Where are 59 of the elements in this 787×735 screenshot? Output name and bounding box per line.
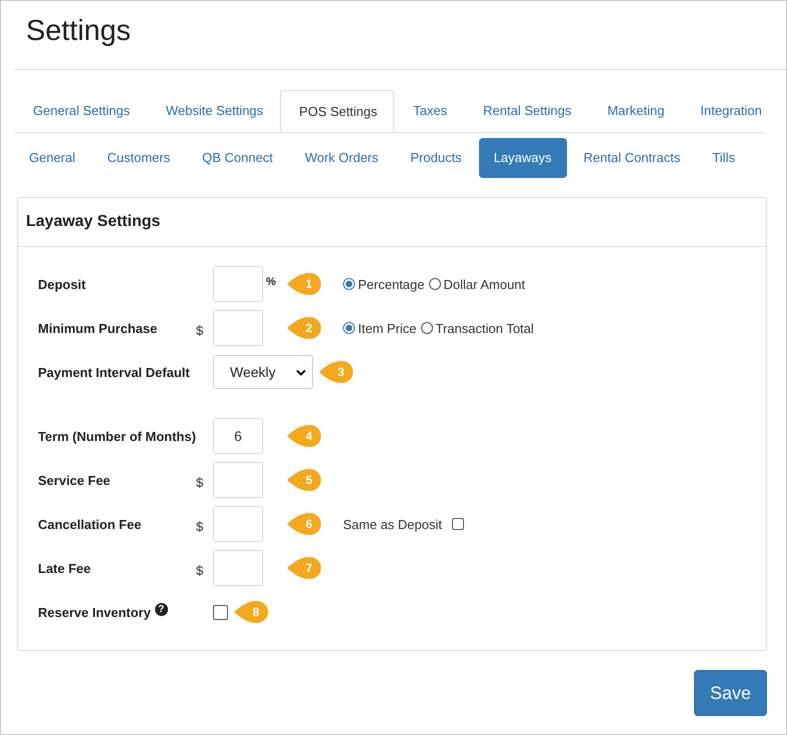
- page-title: Settings: [26, 14, 131, 48]
- radio-label: Transaction Total: [436, 320, 534, 336]
- panel-title: Layaway Settings: [26, 213, 160, 231]
- help-icon[interactable]: ?: [154, 602, 168, 616]
- callout-marker: 8: [234, 600, 270, 624]
- checkbox-label: Same as Deposit: [343, 516, 442, 532]
- radio-label: Dollar Amount: [444, 276, 526, 292]
- callout-marker: 1: [287, 272, 323, 296]
- sub-tab[interactable]: Work Orders: [290, 138, 394, 178]
- input-field[interactable]: [213, 462, 263, 498]
- currency-sign: $: [196, 323, 204, 338]
- field-label: Term (Number of Months): [38, 428, 196, 444]
- field-label: Late Fee: [38, 560, 91, 576]
- chevron-icon: [296, 368, 306, 376]
- sub-tab[interactable]: Products: [395, 138, 477, 178]
- sub-tab[interactable]: General: [14, 138, 90, 178]
- percent-sign: %: [266, 276, 276, 288]
- tab[interactable]: General Settings: [14, 90, 147, 132]
- input-field[interactable]: [213, 506, 263, 542]
- sub-tab[interactable]: Layaways: [478, 138, 566, 178]
- sub-tab[interactable]: Rental Contracts: [568, 138, 696, 178]
- tab[interactable]: Rental Settings: [464, 90, 588, 132]
- tab[interactable]: Marketing: [588, 90, 682, 132]
- sub-tab[interactable]: Tills: [697, 138, 750, 178]
- field-label: Deposit: [38, 276, 86, 292]
- field-label: Reserve Inventory: [38, 604, 151, 620]
- callout-marker: 2: [287, 316, 323, 340]
- input-field[interactable]: [213, 550, 263, 586]
- callout-marker: 4: [287, 424, 323, 448]
- currency-sign: $: [196, 475, 204, 490]
- save-button[interactable]: Save: [694, 670, 767, 716]
- sub-tab[interactable]: Customers: [92, 138, 186, 178]
- callout-marker: 7: [287, 556, 323, 580]
- tab[interactable]: Website Settings: [146, 90, 280, 132]
- interval-select[interactable]: Weekly: [213, 355, 313, 389]
- radio-label: Item Price: [358, 320, 417, 336]
- radio-label: Percentage: [358, 276, 424, 292]
- radio-button[interactable]: [343, 278, 355, 290]
- field-label: Payment Interval Default: [38, 364, 190, 380]
- callout-marker: 5: [287, 468, 323, 492]
- radio-button[interactable]: [428, 278, 440, 290]
- input-field[interactable]: [213, 310, 263, 346]
- currency-sign: $: [196, 519, 204, 534]
- input-field[interactable]: [213, 266, 263, 302]
- tab[interactable]: POS Settings: [280, 90, 394, 132]
- callout-marker: 6: [287, 512, 323, 536]
- field-label: Cancellation Fee: [38, 516, 142, 532]
- tab[interactable]: Taxes: [394, 90, 464, 132]
- checkbox[interactable]: [452, 518, 464, 530]
- radio-button[interactable]: [343, 322, 355, 334]
- tab[interactable]: Integration: [681, 90, 764, 132]
- callout-marker: 3: [319, 360, 355, 384]
- field-label: Minimum Purchase: [38, 320, 158, 336]
- checkbox[interactable]: [213, 604, 228, 620]
- currency-sign: $: [196, 563, 204, 578]
- field-label: Service Fee: [38, 472, 110, 488]
- sub-tab[interactable]: QB Connect: [187, 138, 288, 178]
- radio-button[interactable]: [420, 322, 433, 334]
- input-field[interactable]: 6: [213, 418, 263, 454]
